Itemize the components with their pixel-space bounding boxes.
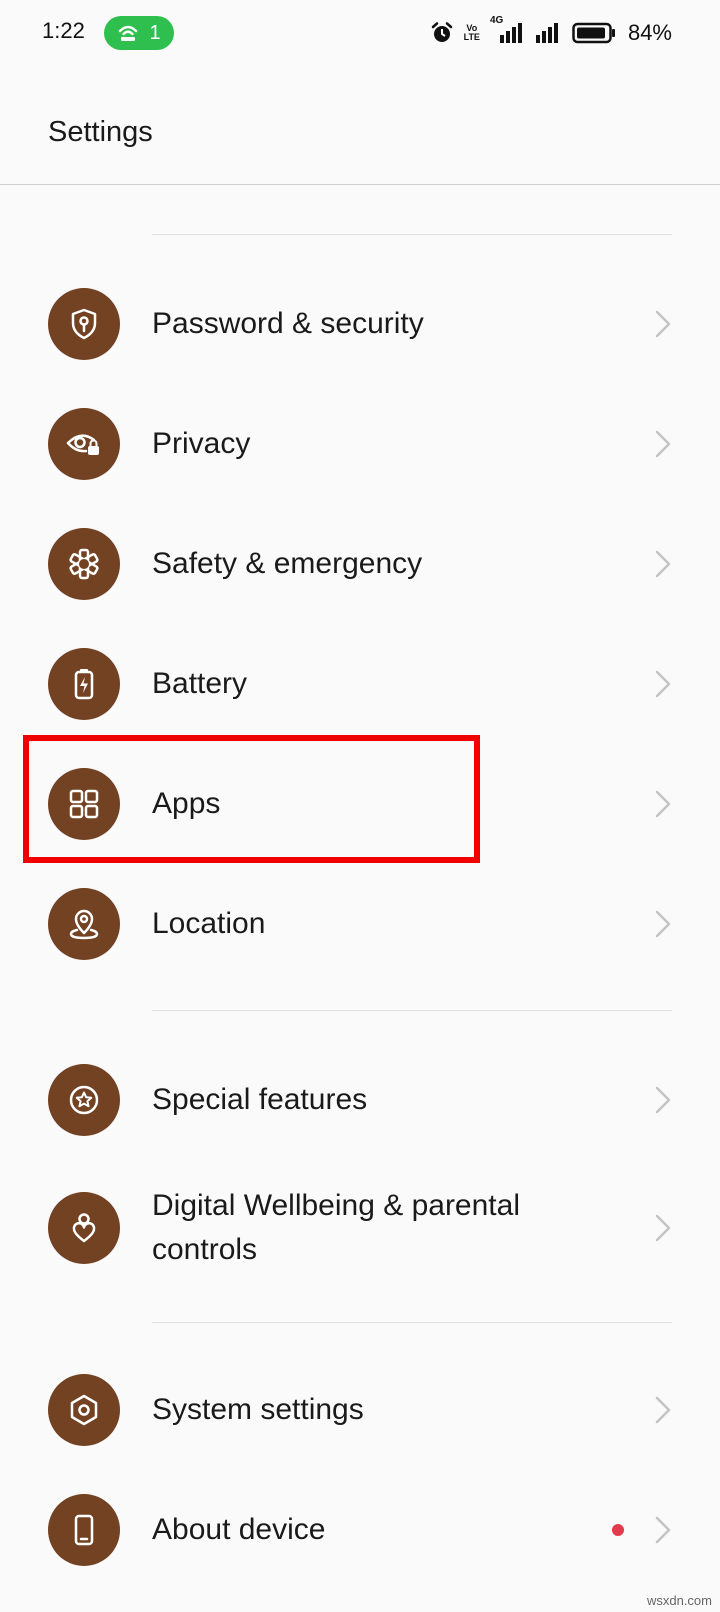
apps-grid-icon: [48, 768, 120, 840]
settings-item-label: System settings: [152, 1393, 364, 1426]
status-bar: 1:22 1 Vo LTE 4G 84%: [0, 0, 720, 64]
eye-lock-icon: [48, 408, 120, 480]
hexagon-gear-icon: [48, 1374, 120, 1446]
settings-item-digital-wellbeing[interactable]: Digital Wellbeing & parental controls: [0, 1160, 720, 1298]
section-divider: [152, 1010, 672, 1011]
alarm-icon: [431, 22, 452, 42]
chevron-right-icon: [652, 549, 674, 579]
chevron-right-icon: [652, 1085, 674, 1115]
notification-dot: [612, 1524, 624, 1536]
hotspot-icon: [119, 25, 138, 41]
signal-strength-icon-2: [535, 23, 558, 43]
settings-item-label: About device: [152, 1513, 326, 1546]
settings-item-special-features[interactable]: Special features: [0, 1044, 720, 1156]
heart-person-icon: [48, 1192, 120, 1264]
battery-percent: 84%: [627, 20, 672, 45]
chevron-right-icon: [652, 1213, 674, 1243]
status-icons: Vo LTE 4G 84%: [430, 15, 672, 50]
settings-item-label: Privacy: [152, 427, 251, 460]
volte-indicator: Vo LTE: [463, 23, 480, 42]
settings-item-label: Safety & emergency: [152, 547, 423, 580]
battery-bolt-icon: [48, 648, 120, 720]
watermark: wsxdn.com: [646, 1593, 712, 1608]
location-pin-icon: [48, 888, 120, 960]
settings-item-label: Digital Wellbeing & parental controls: [152, 1189, 520, 1266]
settings-item-system-settings[interactable]: System settings: [0, 1354, 720, 1466]
battery-icon: [572, 22, 615, 44]
chevron-right-icon: [652, 309, 674, 339]
page-title: Settings: [48, 116, 153, 148]
settings-item-password-security[interactable]: Password & security: [0, 268, 720, 380]
settings-item-label: Password & security: [152, 307, 424, 340]
status-time: 1:22: [42, 18, 85, 43]
settings-item-apps[interactable]: Apps: [0, 748, 720, 860]
section-divider: [152, 234, 672, 235]
hotspot-count: 1: [149, 21, 161, 44]
shield-key-icon: [48, 288, 120, 360]
chevron-right-icon: [652, 789, 674, 819]
settings-item-battery[interactable]: Battery: [0, 628, 720, 740]
network-type: 4G: [489, 15, 504, 26]
header: Settings: [0, 64, 720, 185]
settings-item-label: Apps: [152, 787, 221, 820]
asterisk-icon: [48, 528, 120, 600]
settings-item-label: Special features: [152, 1083, 368, 1116]
settings-item-label: Location: [152, 907, 266, 940]
star-circle-icon: [48, 1064, 120, 1136]
chevron-right-icon: [652, 909, 674, 939]
settings-item-label: Battery: [152, 667, 248, 700]
chevron-right-icon: [652, 1515, 674, 1545]
phone-icon: [48, 1494, 120, 1566]
signal-4g: 4G: [490, 15, 524, 45]
settings-item-privacy[interactable]: Privacy: [0, 388, 720, 500]
settings-item-about-device[interactable]: About device: [0, 1474, 720, 1586]
chevron-right-icon: [652, 669, 674, 699]
chevron-right-icon: [652, 429, 674, 459]
settings-item-location[interactable]: Location: [0, 868, 720, 980]
section-divider: [152, 1322, 672, 1323]
settings-item-safety-emergency[interactable]: Safety & emergency: [0, 508, 720, 620]
hotspot-indicator[interactable]: 1: [104, 16, 174, 50]
chevron-right-icon: [652, 1395, 674, 1425]
